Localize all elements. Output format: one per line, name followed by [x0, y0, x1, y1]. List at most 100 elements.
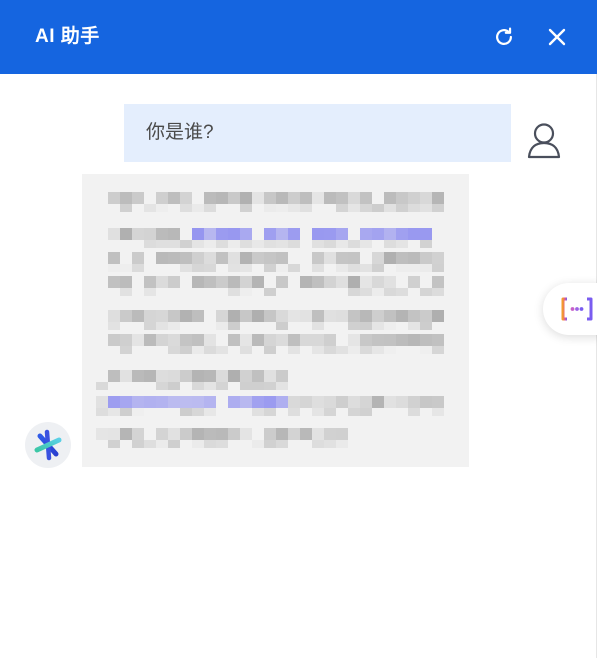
obscured-text-block — [372, 252, 384, 264]
obscured-text-block — [156, 204, 168, 212]
obscured-text-block — [324, 440, 336, 448]
obscured-text-block — [276, 204, 288, 212]
obscured-text-block — [156, 322, 168, 330]
obscured-text-block — [216, 346, 228, 354]
obscured-text-block — [192, 276, 204, 288]
assistant-message-bubble — [82, 174, 469, 467]
obscured-text-block — [108, 370, 120, 382]
obscured-text-block — [108, 396, 120, 408]
obscured-text-block — [132, 228, 144, 240]
close-button[interactable] — [545, 25, 569, 49]
obscured-text-block — [156, 428, 168, 440]
obscured-text-block — [204, 204, 216, 212]
obscured-text-block — [156, 276, 168, 288]
obscured-text-block — [180, 346, 192, 354]
user-message-bubble: 你是谁? — [124, 104, 511, 162]
obscured-text-block — [288, 408, 300, 416]
obscured-text-block — [336, 310, 348, 322]
obscured-text-block — [384, 346, 396, 354]
obscured-text-block — [300, 204, 312, 212]
obscured-text-block — [192, 334, 204, 346]
assistant-message-obscured-content — [96, 192, 444, 448]
obscured-text-block — [216, 382, 228, 390]
obscured-text-block — [180, 252, 192, 264]
obscured-text-block — [288, 310, 300, 322]
obscured-text-block — [312, 276, 324, 288]
obscured-text-block — [204, 396, 216, 408]
obscured-text-block — [432, 310, 444, 322]
obscured-text-block — [432, 288, 444, 296]
obscured-text-block — [348, 334, 360, 346]
obscured-text-block — [324, 276, 336, 288]
obscured-text-block — [120, 334, 132, 346]
obscured-text-block — [168, 370, 180, 382]
obscured-text-block — [204, 428, 216, 440]
obscured-text-block — [240, 240, 252, 248]
obscured-text-block — [228, 264, 240, 272]
obscured-text-block — [372, 346, 384, 354]
obscured-text-block — [336, 252, 348, 264]
obscured-text-block — [312, 228, 324, 240]
obscured-text-block — [336, 428, 348, 440]
obscured-text-block — [372, 310, 384, 322]
obscured-text-block — [396, 288, 408, 296]
obscured-text-block — [204, 370, 216, 382]
obscured-text-block — [156, 334, 168, 346]
obscured-text-block — [120, 264, 132, 272]
obscured-text-block — [324, 192, 336, 204]
obscured-text-block — [384, 192, 396, 204]
obscured-text-block — [132, 408, 144, 416]
obscured-text-block — [108, 440, 120, 448]
obscured-text-block — [360, 334, 372, 346]
obscured-text-block — [348, 192, 360, 204]
obscured-text-block — [288, 240, 300, 248]
obscured-text-block — [132, 192, 144, 204]
refresh-button[interactable] — [492, 25, 516, 49]
obscured-text-block — [312, 192, 324, 204]
obscured-text-block — [288, 192, 300, 204]
obscured-text-block — [192, 228, 204, 240]
obscured-text-block — [348, 408, 360, 416]
obscured-text-block — [396, 396, 408, 408]
obscured-text-block — [96, 408, 108, 416]
obscured-text-block — [252, 240, 264, 248]
obscured-text-block — [348, 264, 360, 272]
obscured-text-block — [300, 428, 312, 440]
obscured-text-block — [108, 334, 120, 346]
floating-chat-widget[interactable] — [543, 283, 597, 335]
obscured-text-block — [192, 382, 204, 390]
obscured-text-block — [264, 346, 276, 354]
ai-assistant-panel: AI 助手 你是谁? — [0, 0, 597, 658]
obscured-text-block — [144, 322, 156, 330]
obscured-text-block — [108, 428, 120, 440]
obscured-text-block — [252, 370, 264, 382]
obscured-text-block — [348, 396, 360, 408]
obscured-text-block — [336, 228, 348, 240]
obscured-text-block — [360, 192, 372, 204]
obscured-text-block — [396, 228, 408, 240]
obscured-text-block — [240, 192, 252, 204]
obscured-text-block — [276, 228, 288, 240]
user-avatar — [526, 121, 562, 159]
user-outline-icon — [527, 123, 561, 159]
obscured-text-block — [348, 276, 360, 288]
obscured-text-block — [168, 192, 180, 204]
obscured-text-block — [240, 346, 252, 354]
obscured-text-block — [276, 428, 288, 440]
obscured-text-block — [108, 228, 120, 240]
obscured-text-block — [336, 264, 348, 272]
chat-bracket-dots-icon — [561, 297, 593, 321]
obscured-text-block — [168, 322, 180, 330]
obscured-text-block — [228, 428, 240, 440]
obscured-text-block — [180, 396, 192, 408]
obscured-text-block — [240, 370, 252, 382]
obscured-text-block — [144, 288, 156, 296]
obscured-text-block — [312, 334, 324, 346]
obscured-text-block — [216, 322, 228, 330]
obscured-text-block — [216, 428, 228, 440]
obscured-text-block — [228, 370, 240, 382]
obscured-text-block — [228, 252, 240, 264]
obscured-text-block — [420, 346, 432, 354]
obscured-text-block — [192, 264, 204, 272]
obscured-text-block — [180, 428, 192, 440]
